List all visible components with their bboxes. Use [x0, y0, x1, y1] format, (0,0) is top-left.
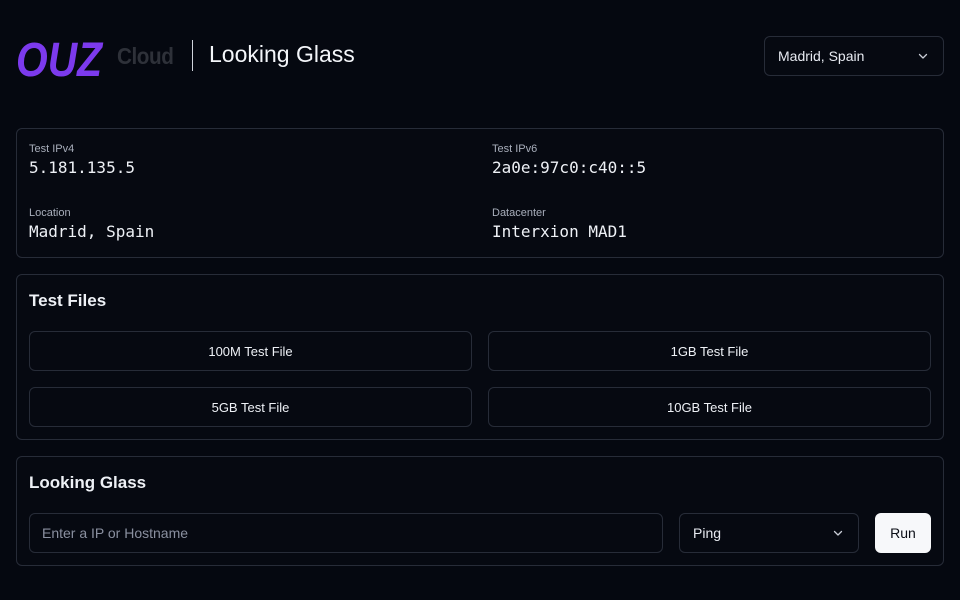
chevron-down-icon — [918, 53, 928, 59]
region-select[interactable]: Madrid, Spain — [764, 36, 944, 76]
chevron-down-icon — [833, 530, 843, 536]
test-files-card: Test Files 100M Test File 1GB Test File … — [16, 274, 944, 440]
looking-glass-card: Looking Glass Ping Run — [16, 456, 944, 566]
run-button[interactable]: Run — [875, 513, 931, 553]
test-file-5gb-button[interactable]: 5GB Test File — [29, 387, 472, 427]
logo-subtitle: Cloud — [117, 43, 174, 69]
test-file-1gb-button[interactable]: 1GB Test File — [488, 331, 931, 371]
header: OUZ Cloud Looking Glass Madrid, Spain — [16, 30, 944, 82]
location-value: Madrid, Spain — [29, 222, 155, 241]
location-info: Location Madrid, Spain — [29, 207, 154, 241]
ipv6-value: 2a0e:97c0:c40::5 — [492, 158, 647, 177]
datacenter-info: Datacenter Interxion MAD1 — [492, 207, 627, 241]
ipv4-value: 5.181.135.5 — [29, 158, 135, 177]
header-divider — [192, 40, 193, 71]
ipv4-info: Test IPv4 5.181.135.5 — [29, 143, 135, 177]
datacenter-label: Datacenter — [492, 207, 546, 219]
test-file-100m-button[interactable]: 100M Test File — [29, 331, 472, 371]
server-info-card: Test IPv4 5.181.135.5 Test IPv6 2a0e:97c… — [16, 128, 944, 258]
logo-text: OUZ — [16, 34, 103, 80]
region-select-value: Madrid, Spain — [778, 48, 865, 64]
logo: OUZ — [16, 34, 103, 80]
page-title: Looking Glass — [209, 41, 355, 67]
ipv6-label: Test IPv6 — [492, 143, 538, 155]
method-select-value: Ping — [693, 525, 722, 541]
looking-glass-title: Looking Glass — [29, 473, 147, 492]
ipv6-info: Test IPv6 2a0e:97c0:c40::5 — [492, 143, 646, 177]
ipv4-label: Test IPv4 — [29, 143, 75, 155]
datacenter-value: Interxion MAD1 — [492, 222, 627, 241]
test-file-10gb-button[interactable]: 10GB Test File — [488, 387, 931, 427]
test-files-title: Test Files — [29, 291, 107, 310]
method-select[interactable]: Ping — [679, 513, 859, 553]
location-label: Location — [29, 207, 71, 219]
host-input[interactable] — [29, 513, 663, 553]
page: OUZ Cloud Looking Glass Madrid, Spain Te… — [0, 0, 960, 600]
